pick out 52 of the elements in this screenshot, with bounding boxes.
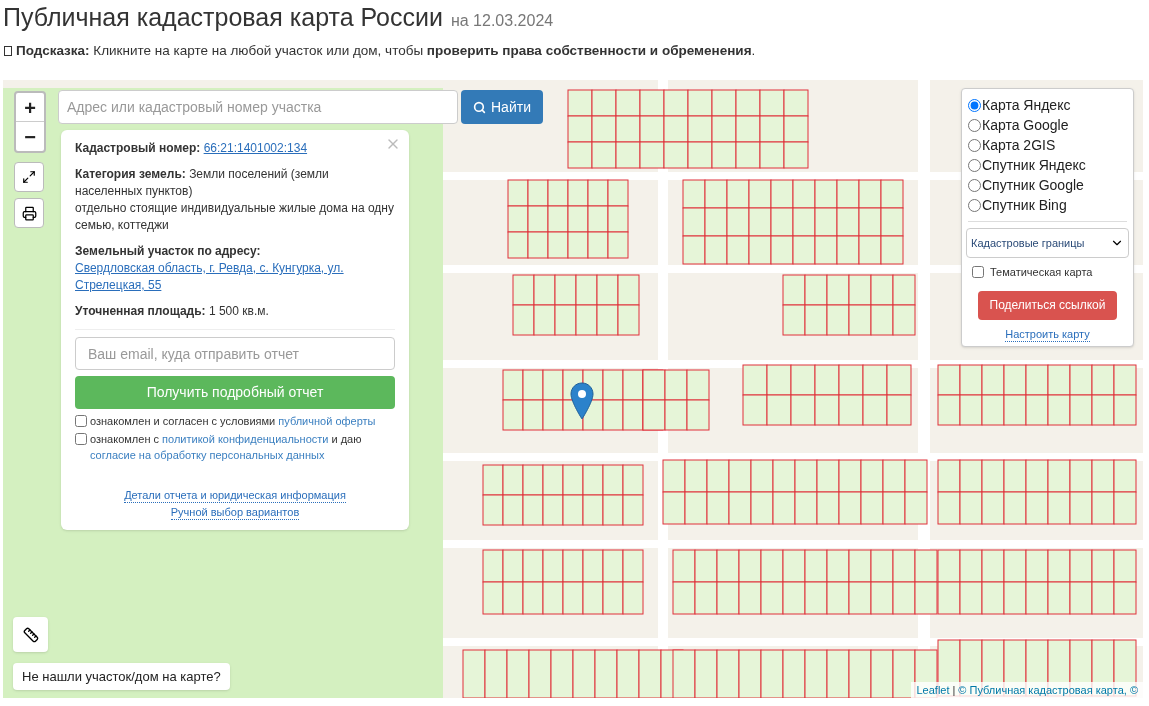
ruler-icon bbox=[22, 626, 39, 643]
layer-radio[interactable] bbox=[968, 118, 981, 132]
agreement-link[interactable]: согласие на обработку персональных данных bbox=[90, 449, 325, 461]
overlay-select[interactable]: Кадастровые границы bbox=[966, 228, 1129, 258]
settings-link[interactable]: Настроить карту bbox=[1005, 327, 1090, 342]
layer-radio[interactable] bbox=[968, 98, 981, 112]
info-line: Уточненная площадь: 1 500 кв.м. bbox=[75, 303, 270, 320]
not-found-button[interactable]: Не нашли участок/дом на карте? bbox=[13, 663, 230, 690]
hint-text: Подсказка: Кликните на карте на любой участок или дом, чтобы проверить права собственности и обременения. bbox=[16, 41, 756, 60]
layer-option[interactable]: Спутник Яндекс bbox=[968, 155, 1127, 175]
agreement-checkbox[interactable] bbox=[75, 415, 87, 427]
layer-radio[interactable] bbox=[968, 138, 981, 152]
print-button[interactable] bbox=[14, 198, 44, 228]
search-button[interactable]: Найти bbox=[461, 90, 543, 124]
layer-radio[interactable] bbox=[968, 198, 981, 212]
zoom-in-button[interactable]: + bbox=[16, 93, 44, 122]
layer-option[interactable]: Карта Google bbox=[968, 115, 1127, 135]
expand-icon bbox=[22, 170, 36, 184]
layer-radio[interactable] bbox=[968, 158, 981, 172]
popup-link[interactable]: Ручной выбор вариантов bbox=[170, 505, 300, 520]
share-button[interactable]: Поделиться ссылкой bbox=[978, 290, 1117, 320]
layer-option[interactable]: Спутник Bing bbox=[968, 195, 1127, 215]
layer-option[interactable]: Карта 2GIS bbox=[968, 135, 1127, 155]
popup-link[interactable]: Детали отчета и юридическая информация bbox=[124, 488, 346, 503]
printer-icon bbox=[21, 205, 37, 221]
thematic-checkbox[interactable] bbox=[972, 266, 984, 279]
zoom-out-button[interactable]: − bbox=[16, 122, 44, 151]
agreement-checkbox[interactable] bbox=[75, 433, 87, 445]
agreement-link[interactable]: политикой конфиденциальности bbox=[162, 433, 329, 445]
layer-radio[interactable] bbox=[968, 178, 981, 192]
attribution-text: © Публичная кадастровая карта, © bbox=[958, 683, 1138, 698]
agreement-text: ознакомлен и согласен с условиями публичной оферты bbox=[90, 414, 376, 429]
attribution-separator: | bbox=[952, 683, 956, 698]
date-label: на 12.03.2024 bbox=[450, 11, 554, 31]
agreement-text: ознакомлен с политикой конфиденциальности и даю согласие на обработку персональных данных bbox=[90, 432, 363, 463]
page-title: Публичная кадастровая карта России bbox=[3, 2, 443, 33]
info-link[interactable]: 66:21:1401002:134 bbox=[203, 141, 308, 155]
info-link[interactable]: Свердловская область, г. Ревда, с. Кунгурка, ул. Стрелецкая, 55 bbox=[75, 260, 395, 294]
hint-icon bbox=[4, 46, 12, 56]
info-line: Категория земель: Земли поселений (земли населенных пунктов) отдельно стоящие индивидуальные жилые дома на одну семью, коттеджи bbox=[75, 166, 395, 234]
layer-option[interactable]: Спутник Google bbox=[968, 175, 1127, 195]
leaflet-link[interactable]: Leaflet bbox=[916, 682, 950, 698]
location-pin-icon bbox=[570, 382, 594, 420]
ruler-button[interactable] bbox=[13, 617, 48, 652]
email-field[interactable]: Ваш email, куда отправить отчет bbox=[75, 337, 395, 370]
layer-option[interactable]: Карта Яндекс bbox=[968, 95, 1127, 115]
info-line: Земельный участок по адресу: Свердловская область, г. Ревда, с. Кунгурка, ул. Стрелецкая, 55 bbox=[75, 243, 395, 294]
fullscreen-button[interactable] bbox=[14, 162, 44, 192]
agreement-link[interactable]: публичной оферты bbox=[278, 415, 376, 427]
thematic-option[interactable]: Тематическая карта bbox=[972, 264, 1127, 281]
search-field[interactable]: Адрес или кадастровый номер участка bbox=[58, 90, 458, 124]
search-icon bbox=[473, 100, 486, 114]
